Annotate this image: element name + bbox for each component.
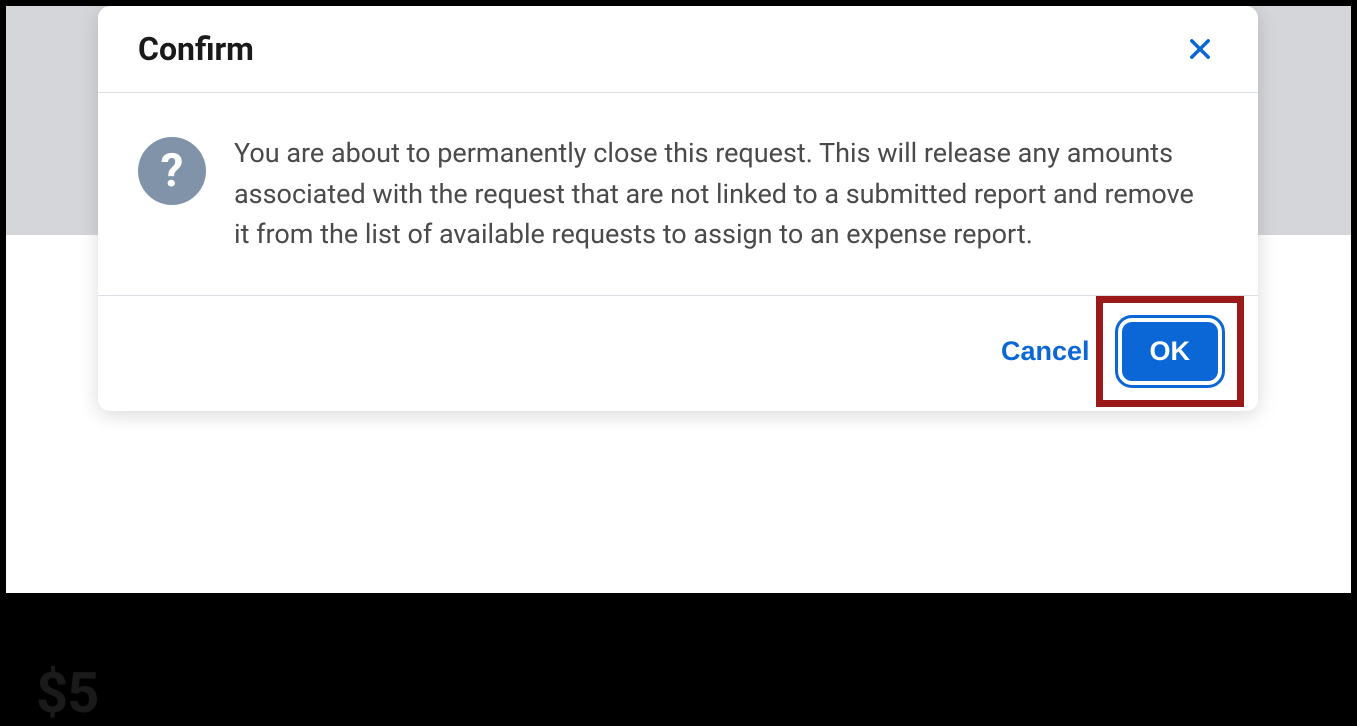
close-button[interactable] [1182, 31, 1218, 67]
question-icon: ? [138, 137, 206, 205]
background-amount: $5 [36, 660, 98, 726]
dialog-footer: Cancel OK [98, 296, 1258, 411]
question-mark: ? [161, 144, 184, 198]
confirm-dialog: Confirm ? You are about to permanently c… [98, 6, 1258, 411]
ok-button-wrapper: OK [1122, 322, 1219, 381]
close-icon [1186, 35, 1214, 63]
dialog-header: Confirm [98, 6, 1258, 93]
cancel-button[interactable]: Cancel [997, 328, 1094, 375]
dialog-message: You are about to permanently close this … [234, 133, 1210, 255]
ok-button[interactable]: OK [1122, 322, 1219, 381]
dialog-title: Confirm [138, 30, 254, 68]
dialog-body: ? You are about to permanently close thi… [98, 93, 1258, 296]
